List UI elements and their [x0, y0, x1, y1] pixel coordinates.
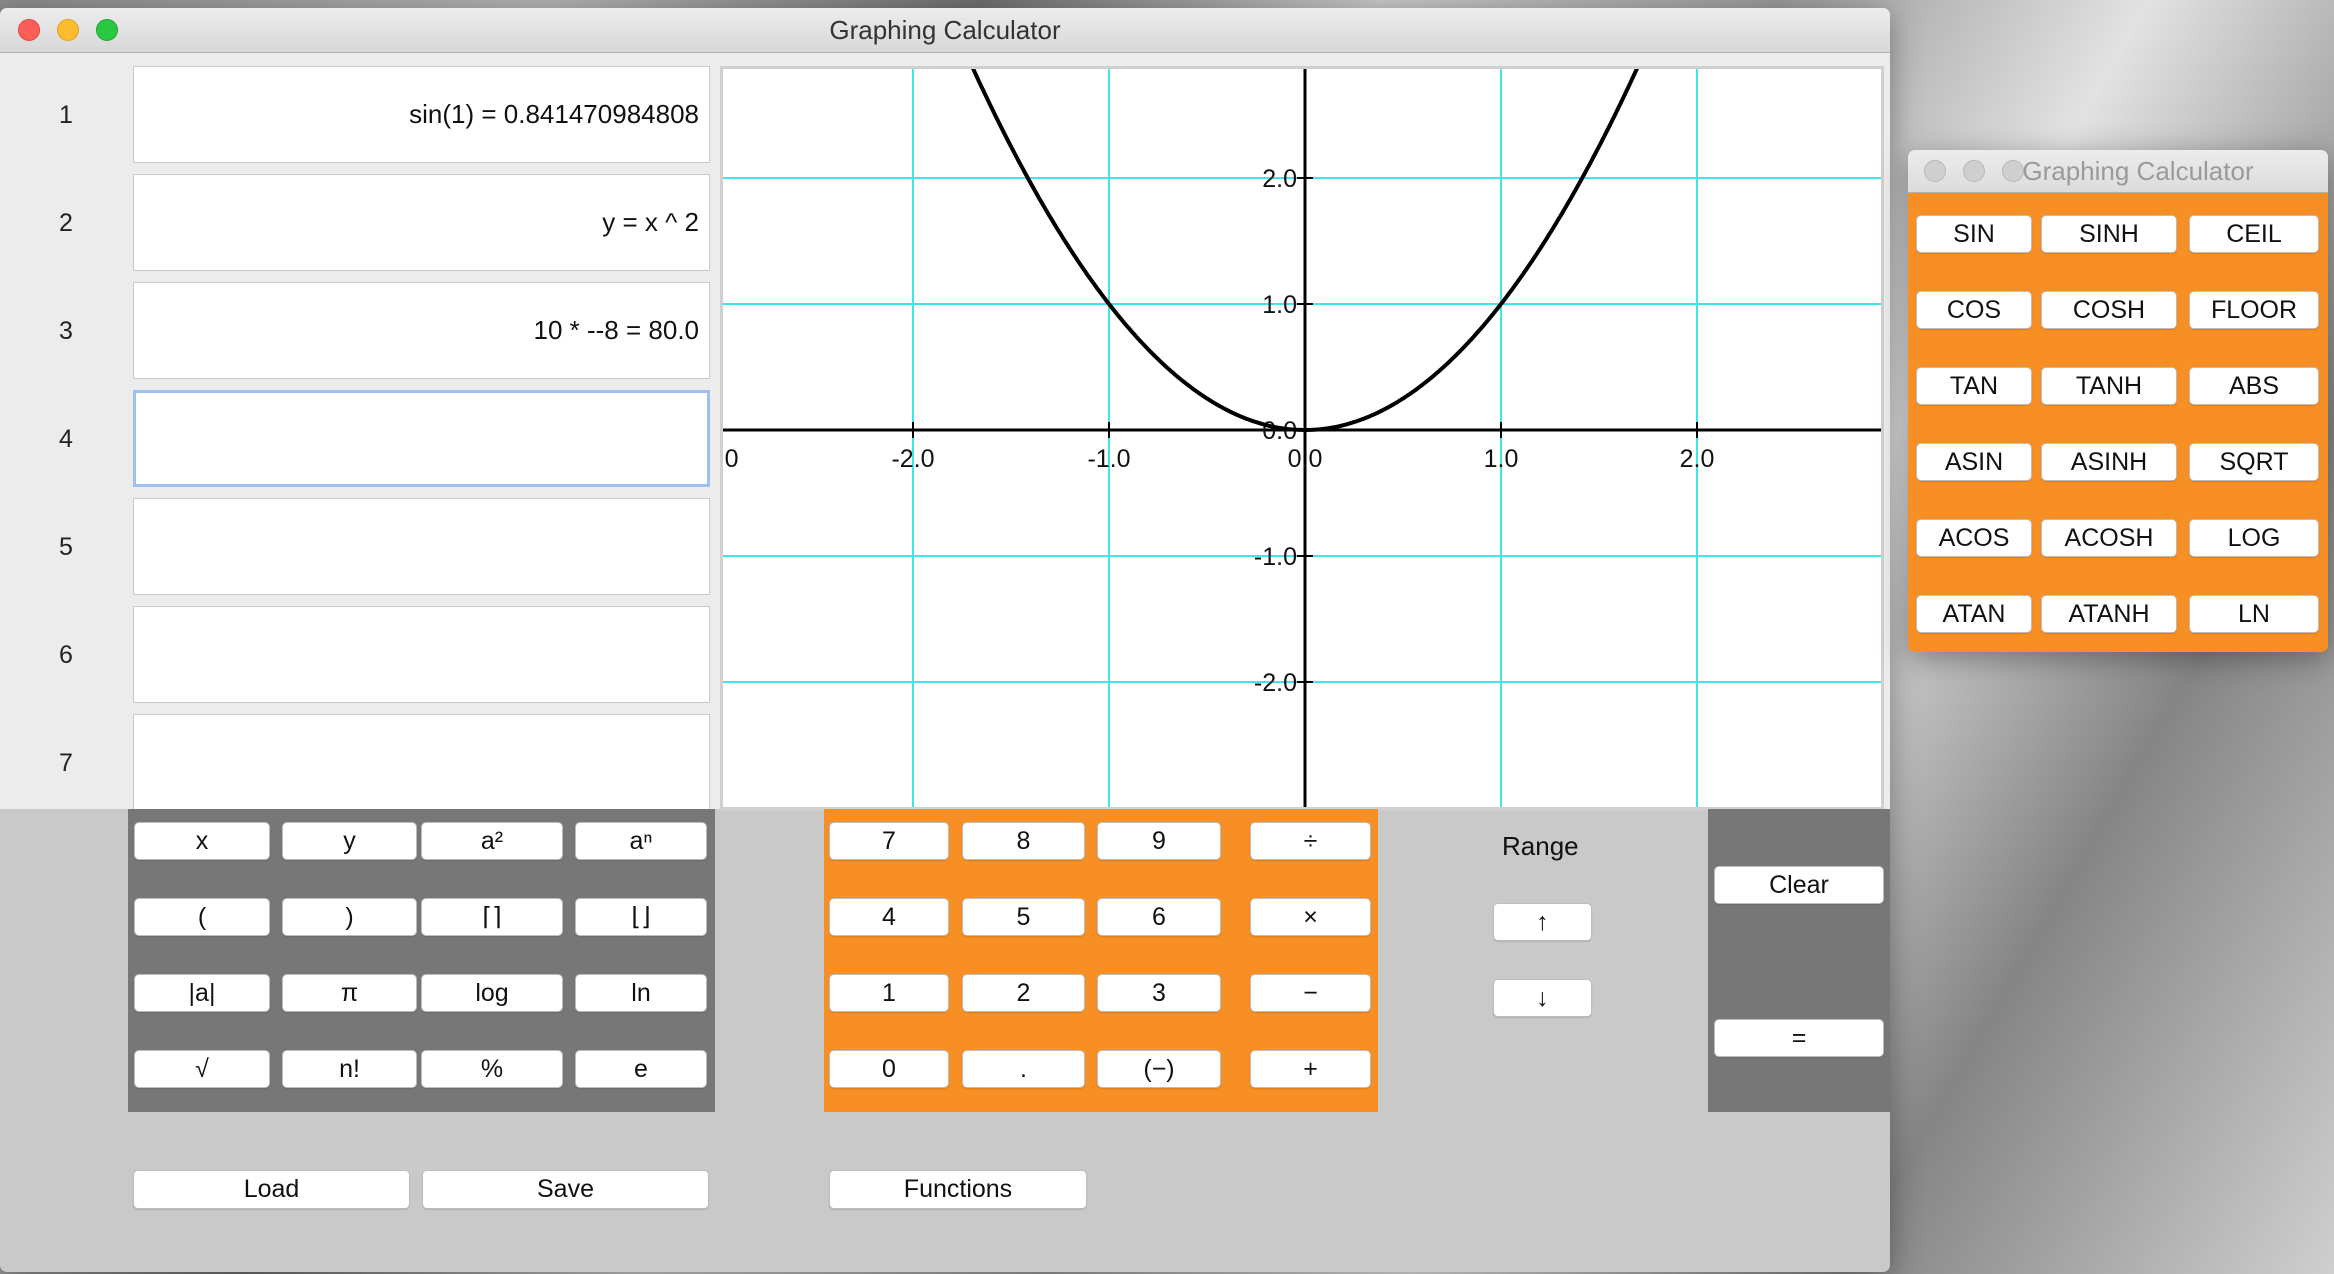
number-key[interactable]: 9 [1097, 822, 1221, 860]
number-key[interactable]: (−) [1097, 1050, 1221, 1088]
number-keypad: 7 8 9 ÷ 4 5 6 × 1 2 3− 0. (−) + [824, 809, 1378, 1112]
y-tick-label: -2.0 [1254, 669, 1297, 697]
functions-button[interactable]: Functions [829, 1170, 1087, 1209]
window-title: Graphing Calculator [829, 15, 1061, 45]
symbol-key[interactable]: √ [134, 1050, 270, 1088]
x-tick-label: 2.0 [1680, 445, 1715, 473]
action-panel: Clear = [1708, 809, 1890, 1112]
y-tick-label: 2.0 [1262, 165, 1297, 193]
function-key[interactable]: SIN [1916, 215, 2032, 253]
range-up-button[interactable]: ↑ [1493, 903, 1592, 941]
expression-field[interactable]: y = x ^ 2 [133, 174, 710, 271]
symbol-key[interactable]: a² [421, 822, 563, 860]
expression-field[interactable] [133, 498, 710, 595]
symbol-key[interactable]: ⌈⌉ [421, 898, 563, 936]
symbol-key[interactable]: % [421, 1050, 563, 1088]
expression-field[interactable]: 10 * --8 = 80.0 [133, 282, 710, 379]
number-key[interactable]: . [962, 1050, 1085, 1088]
number-key[interactable]: × [1250, 898, 1371, 936]
symbol-keypad: x y a² aⁿ () ⌈⌉ ⌊⌋ |a| π log ln √ n!% e [128, 809, 715, 1112]
functions-titlebar: Graphing Calculator [1908, 150, 2328, 193]
functions-window: Graphing Calculator SIN SINH CEIL COS COSH FL… [1908, 150, 2328, 652]
number-key[interactable]: 7 [829, 822, 949, 860]
expression-field[interactable] [133, 606, 710, 703]
number-key[interactable]: 6 [1097, 898, 1221, 936]
top-area: 1 sin(1) = 0.841470984808 2 y = x ^ 2 3 10 * … [0, 53, 1890, 811]
clear-button[interactable]: Clear [1714, 866, 1884, 904]
y-tick-label: -1.0 [1254, 543, 1297, 571]
y-tick-label: 1.0 [1262, 291, 1297, 319]
number-key[interactable]: 0 [829, 1050, 949, 1088]
function-key[interactable]: COS [1916, 291, 2032, 329]
function-key[interactable]: ASIN [1916, 443, 2032, 481]
expression-field[interactable] [133, 714, 710, 811]
graph-canvas[interactable]: -3.0-2.0-1.00.01.02.03.02.01.00.0-1.0-2.… [723, 69, 1881, 807]
symbol-key[interactable]: y [282, 822, 417, 860]
function-key[interactable]: CEIL [2189, 215, 2319, 253]
number-key[interactable]: 8 [962, 822, 1085, 860]
symbol-key[interactable]: ( [134, 898, 270, 936]
row-number: 6 [59, 641, 73, 669]
symbol-key[interactable]: n! [282, 1050, 417, 1088]
x-tick-label: 1.0 [1484, 445, 1519, 473]
function-key[interactable]: ASINH [2041, 443, 2177, 481]
x-tick-label: -1.0 [1087, 445, 1130, 473]
x-tick-label: -3.0 [723, 445, 739, 473]
function-key[interactable]: ABS [2189, 367, 2319, 405]
number-key[interactable]: 2 [962, 974, 1085, 1012]
main-titlebar: Graphing Calculator [0, 8, 1890, 53]
function-key[interactable]: ACOSH [2041, 519, 2177, 557]
symbol-key[interactable]: |a| [134, 974, 270, 1012]
function-key[interactable]: LOG [2189, 519, 2319, 557]
function-key[interactable]: TANH [2041, 367, 2177, 405]
expression-field[interactable] [133, 390, 710, 487]
number-key[interactable]: ÷ [1250, 822, 1371, 860]
functions-window-title: Graphing Calculator [2022, 156, 2254, 186]
symbol-key[interactable]: ) [282, 898, 417, 936]
range-label: Range [1502, 831, 1579, 861]
number-key[interactable]: 3 [1097, 974, 1221, 1012]
number-key[interactable]: 1 [829, 974, 949, 1012]
function-key[interactable]: ATAN [1916, 595, 2032, 633]
function-key[interactable]: LN [2189, 595, 2319, 633]
expression-field[interactable]: sin(1) = 0.841470984808 [133, 66, 710, 163]
number-key[interactable]: 5 [962, 898, 1085, 936]
function-key[interactable]: ACOS [1916, 519, 2032, 557]
load-button[interactable]: Load [133, 1170, 410, 1209]
function-key[interactable]: ATANH [2041, 595, 2177, 633]
number-key[interactable]: − [1250, 974, 1371, 1012]
function-key[interactable]: COSH [2041, 291, 2177, 329]
function-key[interactable]: TAN [1916, 367, 2032, 405]
row-number: 4 [59, 425, 73, 453]
number-key[interactable]: 4 [829, 898, 949, 936]
symbol-key[interactable]: ln [575, 974, 707, 1012]
function-key[interactable]: FLOOR [2189, 291, 2319, 329]
symbol-key[interactable]: log [421, 974, 563, 1012]
symbol-key[interactable]: e [575, 1050, 707, 1088]
row-number: 1 [59, 101, 73, 129]
row-number: 2 [59, 209, 73, 237]
save-button[interactable]: Save [422, 1170, 709, 1209]
function-key[interactable]: SQRT [2189, 443, 2319, 481]
range-down-button[interactable]: ↓ [1493, 979, 1592, 1017]
main-window: Graphing Calculator 1 sin(1) = 0.84147098… [0, 8, 1890, 1272]
x-tick-label: -2.0 [891, 445, 934, 473]
number-key[interactable]: + [1250, 1050, 1371, 1088]
row-number: 7 [59, 749, 73, 777]
equals-button[interactable]: = [1714, 1019, 1884, 1057]
symbol-key[interactable]: π [282, 974, 417, 1012]
symbol-key[interactable]: ⌊⌋ [575, 898, 707, 936]
graph-panel[interactable]: -3.0-2.0-1.00.01.02.03.02.01.00.0-1.0-2.… [720, 66, 1884, 810]
x-tick-label: 0.0 [1288, 445, 1323, 473]
row-number: 3 [59, 317, 73, 345]
symbol-key[interactable]: aⁿ [575, 822, 707, 860]
symbol-key[interactable]: x [134, 822, 270, 860]
row-number: 5 [59, 533, 73, 561]
function-key[interactable]: SINH [2041, 215, 2177, 253]
